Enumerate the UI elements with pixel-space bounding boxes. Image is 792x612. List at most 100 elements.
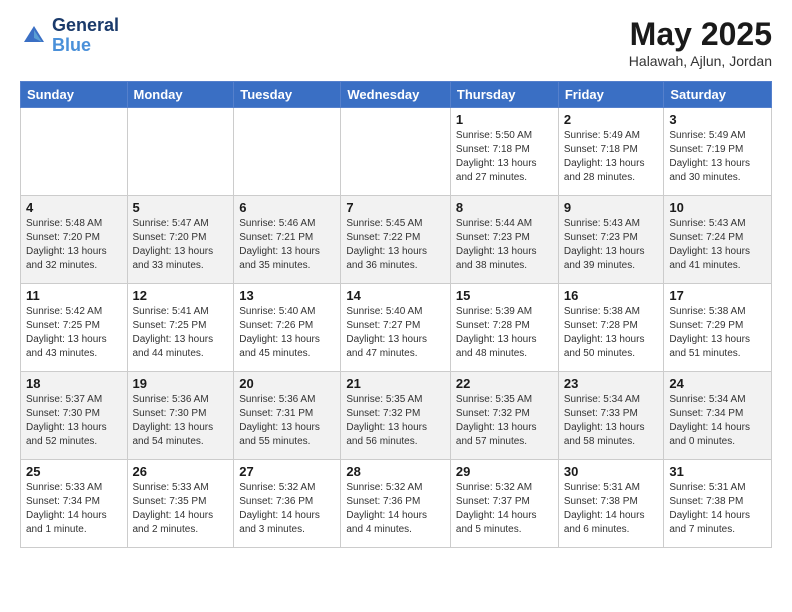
day-number: 2 <box>564 112 659 127</box>
day-number: 10 <box>669 200 766 215</box>
day-info: Sunrise: 5:33 AM Sunset: 7:34 PM Dayligh… <box>26 481 122 537</box>
day-cell: 3 Sunrise: 5:49 AM Sunset: 7:19 PM Daylig… <box>664 108 772 196</box>
day-cell: 5 Sunrise: 5:47 AM Sunset: 7:20 PM Daylig… <box>127 196 234 284</box>
day-number: 29 <box>456 464 553 479</box>
day-cell: 10 Sunrise: 5:43 AM Sunset: 7:24 PM Dayli… <box>664 196 772 284</box>
day-cell: 29 Sunrise: 5:32 AM Sunset: 7:37 PM Dayli… <box>450 460 558 548</box>
day-header-saturday: Saturday <box>664 82 772 108</box>
day-number: 1 <box>456 112 553 127</box>
day-cell: 1 Sunrise: 5:50 AM Sunset: 7:18 PM Daylig… <box>450 108 558 196</box>
day-cell: 21 Sunrise: 5:35 AM Sunset: 7:32 PM Dayli… <box>341 372 451 460</box>
calendar-body: 1 Sunrise: 5:50 AM Sunset: 7:18 PM Daylig… <box>21 108 772 548</box>
day-info: Sunrise: 5:43 AM Sunset: 7:23 PM Dayligh… <box>564 217 659 273</box>
day-number: 7 <box>346 200 445 215</box>
day-info: Sunrise: 5:44 AM Sunset: 7:23 PM Dayligh… <box>456 217 553 273</box>
day-info: Sunrise: 5:35 AM Sunset: 7:32 PM Dayligh… <box>346 393 445 449</box>
day-cell: 30Sunrise: 5:31 AM Sunset: 7:38 PM Dayli… <box>558 460 664 548</box>
week-row-5: 25 Sunrise: 5:33 AM Sunset: 7:34 PM Dayli… <box>21 460 772 548</box>
day-cell: 7 Sunrise: 5:45 AM Sunset: 7:22 PM Daylig… <box>341 196 451 284</box>
day-info: Sunrise: 5:35 AM Sunset: 7:32 PM Dayligh… <box>456 393 553 449</box>
day-info: Sunrise: 5:38 AM Sunset: 7:29 PM Dayligh… <box>669 305 766 361</box>
day-number: 27 <box>239 464 335 479</box>
day-number: 18 <box>26 376 122 391</box>
day-number: 14 <box>346 288 445 303</box>
day-info: Sunrise: 5:36 AM Sunset: 7:30 PM Dayligh… <box>133 393 229 449</box>
day-number: 24 <box>669 376 766 391</box>
logo-line1: General <box>52 16 119 36</box>
day-number: 12 <box>133 288 229 303</box>
day-cell: 23 Sunrise: 5:34 AM Sunset: 7:33 PM Dayli… <box>558 372 664 460</box>
day-number: 19 <box>133 376 229 391</box>
day-cell: 17Sunrise: 5:38 AM Sunset: 7:29 PM Dayli… <box>664 284 772 372</box>
day-number: 5 <box>133 200 229 215</box>
day-number: 4 <box>26 200 122 215</box>
day-cell: 6 Sunrise: 5:46 AM Sunset: 7:21 PM Daylig… <box>234 196 341 284</box>
day-number: 25 <box>26 464 122 479</box>
day-info: Sunrise: 5:49 AM Sunset: 7:18 PM Dayligh… <box>564 129 659 185</box>
day-cell: 2 Sunrise: 5:49 AM Sunset: 7:18 PM Daylig… <box>558 108 664 196</box>
day-info: Sunrise: 5:50 AM Sunset: 7:18 PM Dayligh… <box>456 129 553 185</box>
day-info: Sunrise: 5:37 AM Sunset: 7:30 PM Dayligh… <box>26 393 122 449</box>
day-info: Sunrise: 5:48 AM Sunset: 7:20 PM Dayligh… <box>26 217 122 273</box>
week-row-2: 4 Sunrise: 5:48 AM Sunset: 7:20 PM Daylig… <box>21 196 772 284</box>
day-cell: 18 Sunrise: 5:37 AM Sunset: 7:30 PM Dayli… <box>21 372 128 460</box>
day-cell: 14 Sunrise: 5:40 AM Sunset: 7:27 PM Dayli… <box>341 284 451 372</box>
day-info: Sunrise: 5:32 AM Sunset: 7:37 PM Dayligh… <box>456 481 553 537</box>
logo-line2: Blue <box>52 36 119 56</box>
day-info: Sunrise: 5:38 AM Sunset: 7:28 PM Dayligh… <box>564 305 659 361</box>
day-number: 16 <box>564 288 659 303</box>
day-info: Sunrise: 5:40 AM Sunset: 7:26 PM Dayligh… <box>239 305 335 361</box>
day-cell: 27Sunrise: 5:32 AM Sunset: 7:36 PM Dayli… <box>234 460 341 548</box>
day-info: Sunrise: 5:47 AM Sunset: 7:20 PM Dayligh… <box>133 217 229 273</box>
day-header-sunday: Sunday <box>21 82 128 108</box>
day-number: 31 <box>669 464 766 479</box>
day-info: Sunrise: 5:39 AM Sunset: 7:28 PM Dayligh… <box>456 305 553 361</box>
day-cell: 31 Sunrise: 5:31 AM Sunset: 7:38 PM Dayli… <box>664 460 772 548</box>
day-cell: 24Sunrise: 5:34 AM Sunset: 7:34 PM Dayli… <box>664 372 772 460</box>
day-number: 11 <box>26 288 122 303</box>
header: General Blue May 2025 Halawah, Ajlun, Jo… <box>20 16 772 69</box>
logo: General Blue <box>20 16 119 56</box>
day-info: Sunrise: 5:34 AM Sunset: 7:33 PM Dayligh… <box>564 393 659 449</box>
day-info: Sunrise: 5:49 AM Sunset: 7:19 PM Dayligh… <box>669 129 766 185</box>
day-cell: 26 Sunrise: 5:33 AM Sunset: 7:35 PM Dayli… <box>127 460 234 548</box>
day-cell: 28Sunrise: 5:32 AM Sunset: 7:36 PM Dayli… <box>341 460 451 548</box>
day-info: Sunrise: 5:41 AM Sunset: 7:25 PM Dayligh… <box>133 305 229 361</box>
day-cell: 19 Sunrise: 5:36 AM Sunset: 7:30 PM Dayli… <box>127 372 234 460</box>
day-cell: 16 Sunrise: 5:38 AM Sunset: 7:28 PM Dayli… <box>558 284 664 372</box>
day-info: Sunrise: 5:46 AM Sunset: 7:21 PM Dayligh… <box>239 217 335 273</box>
day-number: 13 <box>239 288 335 303</box>
week-row-1: 1 Sunrise: 5:50 AM Sunset: 7:18 PM Daylig… <box>21 108 772 196</box>
day-cell: 12 Sunrise: 5:41 AM Sunset: 7:25 PM Dayli… <box>127 284 234 372</box>
day-info: Sunrise: 5:32 AM Sunset: 7:36 PM Dayligh… <box>346 481 445 537</box>
day-info: Sunrise: 5:43 AM Sunset: 7:24 PM Dayligh… <box>669 217 766 273</box>
day-cell: 25 Sunrise: 5:33 AM Sunset: 7:34 PM Dayli… <box>21 460 128 548</box>
header-row: SundayMondayTuesdayWednesdayThursdayFrid… <box>21 82 772 108</box>
day-number: 3 <box>669 112 766 127</box>
day-header-monday: Monday <box>127 82 234 108</box>
day-cell <box>341 108 451 196</box>
day-cell: 15Sunrise: 5:39 AM Sunset: 7:28 PM Dayli… <box>450 284 558 372</box>
day-cell <box>127 108 234 196</box>
day-info: Sunrise: 5:33 AM Sunset: 7:35 PM Dayligh… <box>133 481 229 537</box>
day-header-thursday: Thursday <box>450 82 558 108</box>
day-info: Sunrise: 5:40 AM Sunset: 7:27 PM Dayligh… <box>346 305 445 361</box>
week-row-4: 18 Sunrise: 5:37 AM Sunset: 7:30 PM Dayli… <box>21 372 772 460</box>
day-cell: 13 Sunrise: 5:40 AM Sunset: 7:26 PM Dayli… <box>234 284 341 372</box>
day-number: 26 <box>133 464 229 479</box>
day-info: Sunrise: 5:45 AM Sunset: 7:22 PM Dayligh… <box>346 217 445 273</box>
day-cell: 22Sunrise: 5:35 AM Sunset: 7:32 PM Dayli… <box>450 372 558 460</box>
day-cell: 4 Sunrise: 5:48 AM Sunset: 7:20 PM Daylig… <box>21 196 128 284</box>
month-title: May 2025 <box>629 16 772 53</box>
day-header-friday: Friday <box>558 82 664 108</box>
day-info: Sunrise: 5:36 AM Sunset: 7:31 PM Dayligh… <box>239 393 335 449</box>
day-info: Sunrise: 5:31 AM Sunset: 7:38 PM Dayligh… <box>564 481 659 537</box>
page: General Blue May 2025 Halawah, Ajlun, Jo… <box>0 0 792 564</box>
day-number: 21 <box>346 376 445 391</box>
day-cell: 11Sunrise: 5:42 AM Sunset: 7:25 PM Dayli… <box>21 284 128 372</box>
logo-icon <box>20 22 48 50</box>
day-info: Sunrise: 5:31 AM Sunset: 7:38 PM Dayligh… <box>669 481 766 537</box>
day-number: 6 <box>239 200 335 215</box>
day-number: 9 <box>564 200 659 215</box>
day-number: 23 <box>564 376 659 391</box>
